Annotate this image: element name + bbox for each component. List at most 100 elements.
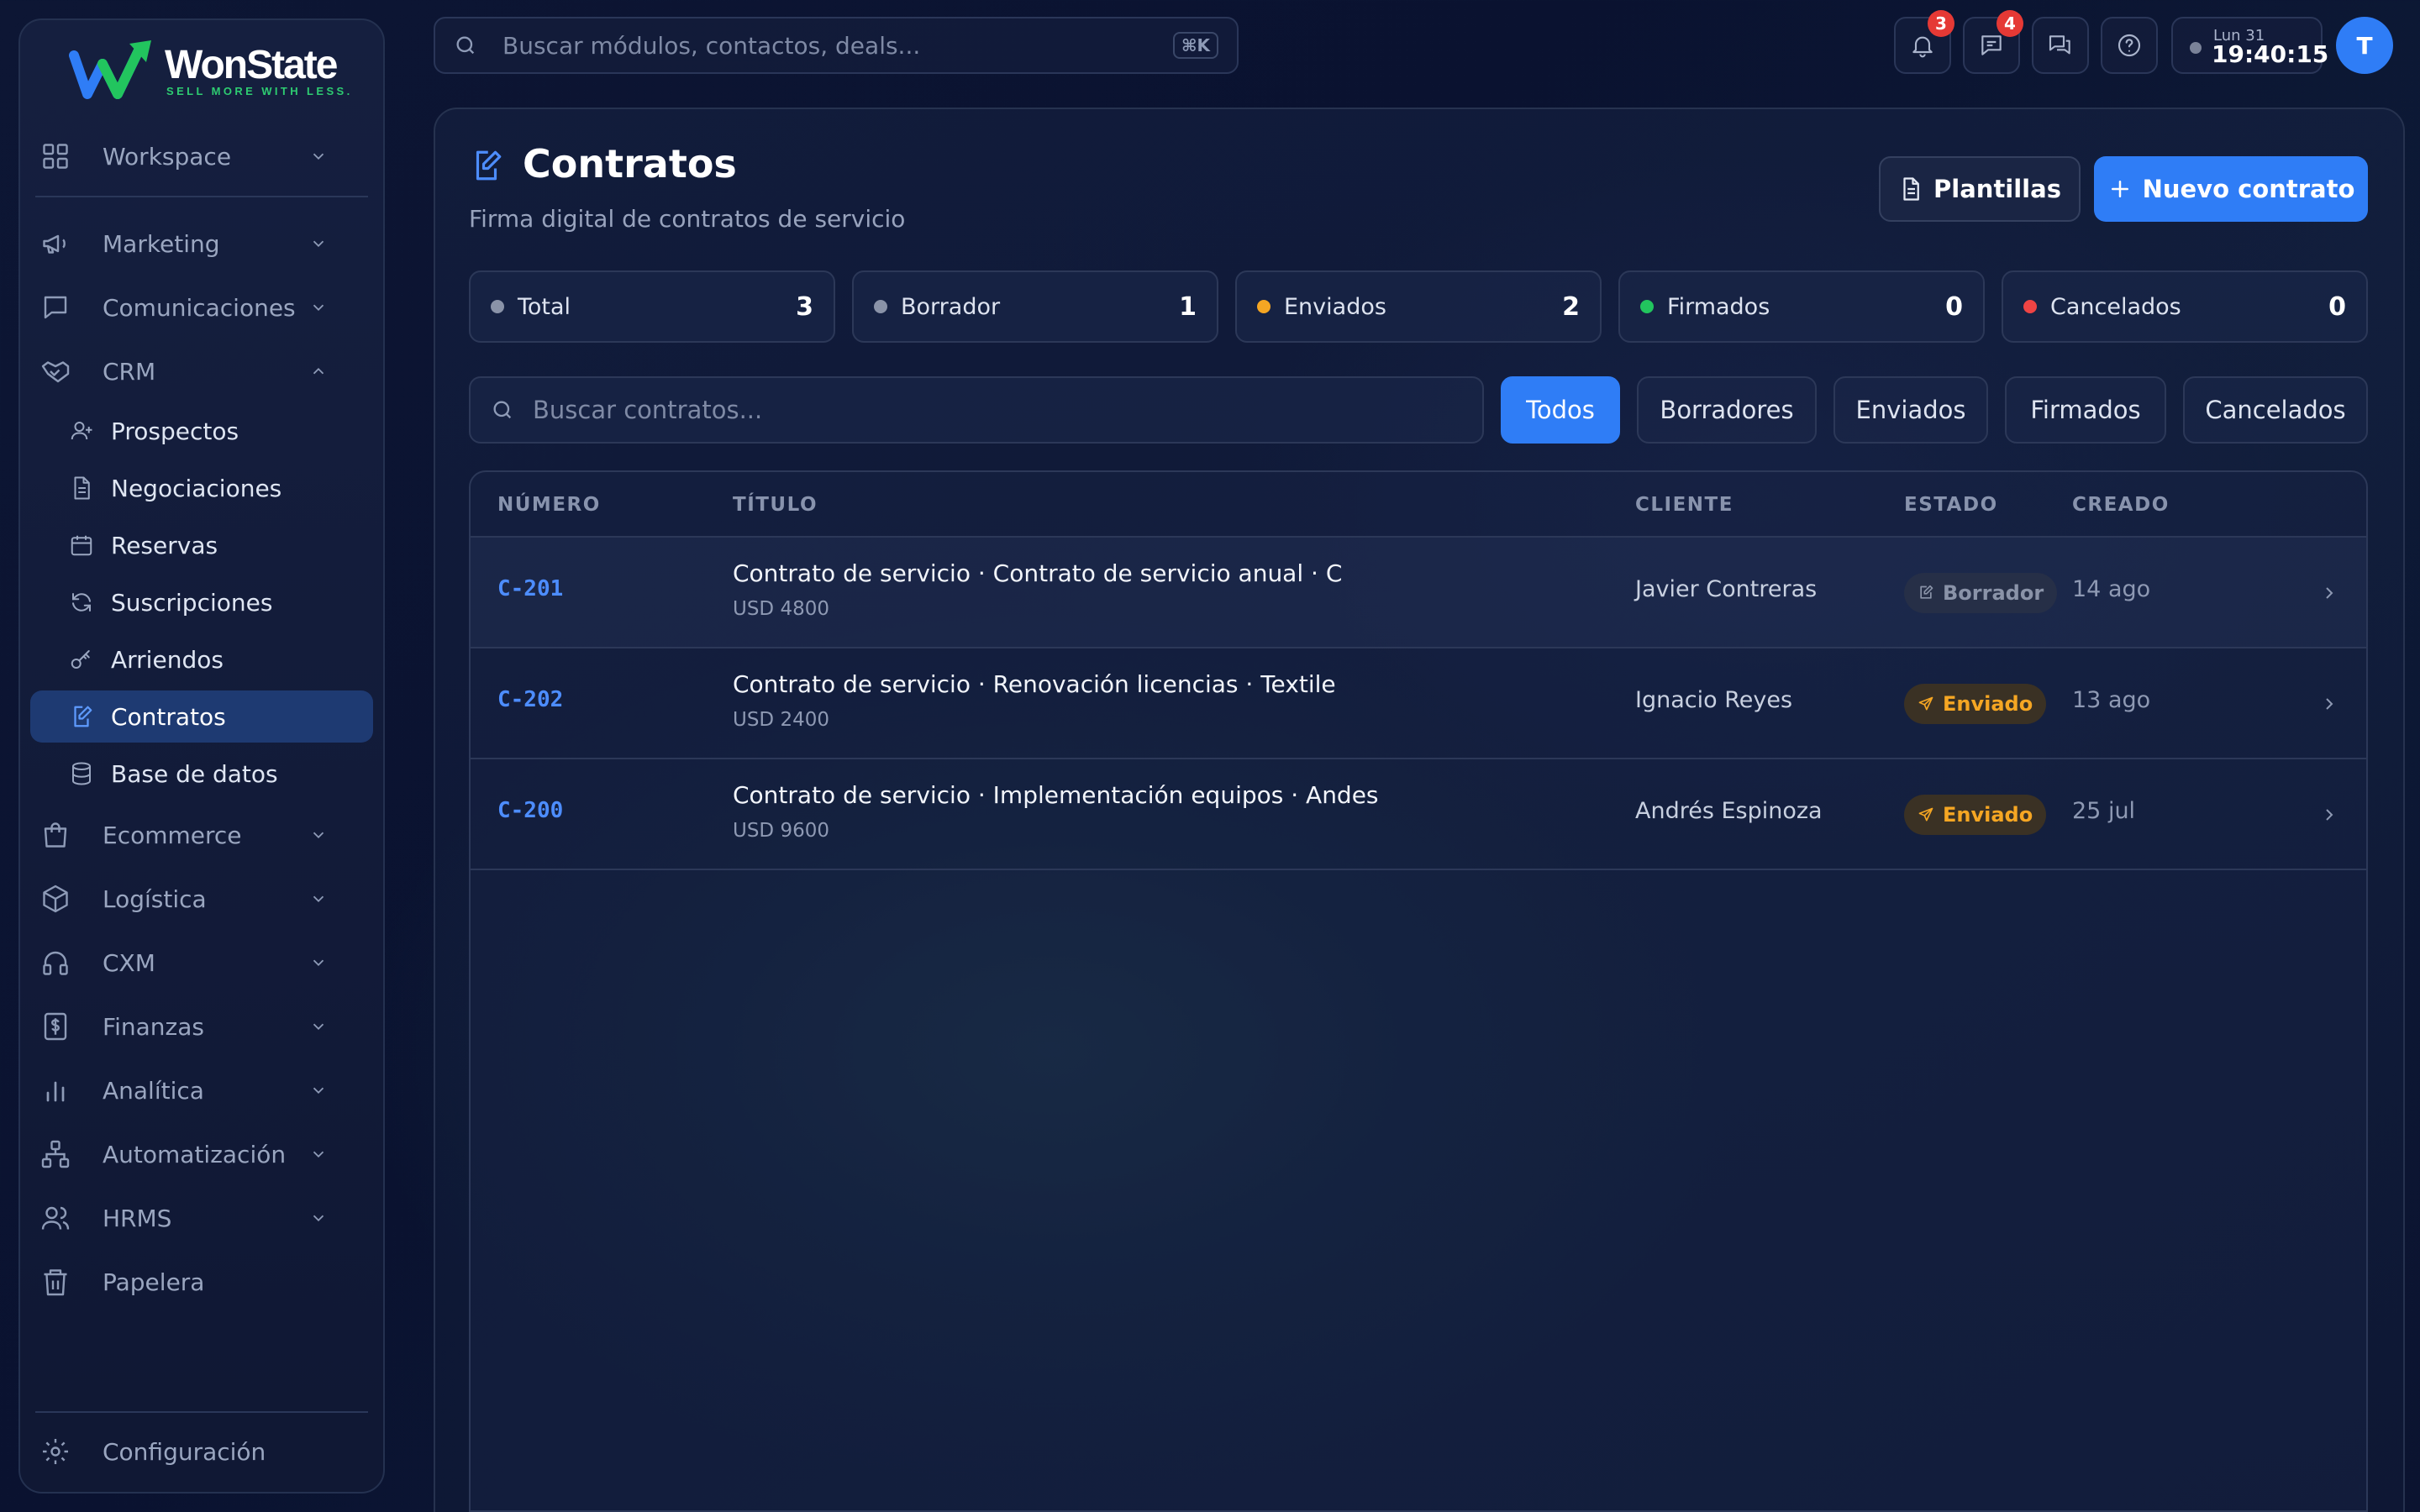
nav-group-label: Logística — [103, 885, 207, 913]
column-header-cliente[interactable]: CLIENTE — [1635, 494, 1733, 516]
nav-group-automatizacion[interactable]: Automatización — [15, 1127, 351, 1181]
sidebar-item-prospectos[interactable]: Prospectos — [30, 405, 373, 457]
help-button[interactable] — [2101, 17, 2158, 74]
filter-todos[interactable]: Todos — [1501, 376, 1620, 444]
nav-group-crm[interactable]: CRM — [15, 344, 351, 398]
new-contract-button-label: Nuevo contrato — [2142, 175, 2355, 203]
stat-borrador[interactable]: Borrador 1 — [852, 270, 1218, 343]
conversations-button[interactable] — [2032, 17, 2089, 74]
nav-group-label: Workspace — [103, 142, 232, 171]
nav-group-hrms[interactable]: HRMS — [15, 1191, 351, 1245]
file-text-icon — [74, 476, 90, 500]
column-header-numero[interactable]: NÚMERO — [497, 494, 601, 516]
contract-amount: USD 9600 — [733, 820, 829, 842]
search-icon — [493, 401, 512, 419]
nav-group-ecommerce[interactable]: Ecommerce — [15, 808, 351, 862]
edit-icon — [1920, 585, 1933, 599]
user-plus-icon — [71, 422, 92, 440]
user-avatar[interactable]: T — [2336, 17, 2393, 74]
nav-group-label: Finanzas — [103, 1012, 204, 1041]
nav-group-finanzas[interactable]: Finanzas — [15, 1000, 351, 1053]
stat-value: 0 — [2328, 291, 2346, 322]
contract-number[interactable]: C-200 — [497, 798, 563, 823]
filter-cancelados[interactable]: Cancelados — [2183, 376, 2368, 444]
chevron-right-icon[interactable] — [2319, 694, 2339, 714]
filter-firmados[interactable]: Firmados — [2005, 376, 2166, 444]
nav-group-label: Ecommerce — [103, 821, 242, 849]
stat-label: Enviados — [1284, 293, 1386, 320]
new-contract-button[interactable]: Nuevo contrato — [2094, 156, 2368, 222]
column-header-estado[interactable]: ESTADO — [1904, 494, 1998, 516]
contract-title: Contrato de servicio · Contrato de servi… — [733, 559, 1343, 587]
messages-button[interactable]: 4 — [1963, 10, 2023, 74]
contract-client: Andrés Espinoza — [1635, 798, 1823, 824]
global-search-input[interactable] — [502, 31, 1173, 60]
grid-icon — [43, 144, 68, 169]
document-icon — [1903, 177, 1919, 201]
contracts-search-input[interactable] — [533, 396, 1482, 424]
templates-button-label: Plantillas — [1933, 175, 2061, 203]
table-row[interactable]: C-200 Contrato de servicio · Implementac… — [471, 759, 2366, 870]
chevron-down-icon — [313, 1087, 324, 1095]
refresh-icon — [72, 593, 91, 612]
templates-button[interactable]: Plantillas — [1879, 156, 2081, 222]
sidebar-item-label: Arriendos — [111, 645, 224, 674]
contract-amount: USD 4800 — [733, 598, 829, 620]
contract-number[interactable]: C-201 — [497, 576, 563, 601]
brand-logo[interactable]: WonState SELL MORE WITH LESS. — [69, 39, 353, 102]
sidebar-item-suscripciones[interactable]: Suscripciones — [30, 576, 373, 628]
shortcut-hint: ⌘K — [1172, 32, 1218, 59]
nav-item-papelera[interactable]: Papelera — [15, 1255, 351, 1309]
calendar-icon — [71, 535, 92, 556]
stat-dot — [2023, 300, 2037, 313]
stat-enviados[interactable]: Enviados 2 — [1235, 270, 1602, 343]
sidebar-item-arriendos[interactable]: Arriendos — [30, 633, 373, 685]
stat-dot — [1640, 300, 1654, 313]
sidebar-item-contratos[interactable]: Contratos — [30, 690, 373, 743]
sidebar-item-base-de-datos[interactable]: Base de datos — [30, 748, 373, 800]
stat-label: Firmados — [1667, 293, 1770, 320]
nav-item-configuracion[interactable]: Configuración — [15, 1425, 351, 1478]
stat-total[interactable]: Total 3 — [469, 270, 835, 343]
nav-group-cxm[interactable]: CXM — [15, 936, 351, 990]
table-row[interactable]: C-201 Contrato de servicio · Contrato de… — [471, 538, 2366, 648]
nav-group-label: CXM — [103, 948, 155, 977]
contract-number[interactable]: C-202 — [497, 687, 563, 712]
message-square-icon — [44, 296, 67, 319]
contract-title: Contrato de servicio · Implementación eq… — [733, 781, 1379, 809]
sidebar-item-negociaciones[interactable]: Negociaciones — [30, 462, 373, 514]
chevron-right-icon[interactable] — [2319, 583, 2339, 603]
contracts-search[interactable] — [469, 376, 1484, 444]
contract-created: 14 ago — [2072, 576, 2151, 602]
filter-borradores[interactable]: Borradores — [1637, 376, 1817, 444]
nav-group-label: HRMS — [103, 1204, 172, 1232]
trash-icon — [44, 1269, 67, 1296]
filter-enviados[interactable]: Enviados — [1833, 376, 1988, 444]
nav-group-marketing[interactable]: Marketing — [15, 217, 351, 270]
contract-created: 13 ago — [2072, 687, 2151, 713]
column-header-creado[interactable]: CREADO — [2072, 494, 2170, 516]
chevron-right-icon[interactable] — [2319, 805, 2339, 825]
nav-group-workspace[interactable]: Workspace — [15, 129, 351, 183]
package-icon — [43, 885, 68, 913]
sidebar-item-label: Reservas — [111, 531, 218, 559]
contract-amount: USD 2400 — [733, 709, 829, 731]
nav-group-label: Automatización — [103, 1140, 287, 1168]
chevron-down-icon — [313, 1151, 324, 1158]
stat-firmados[interactable]: Firmados 0 — [1618, 270, 1985, 343]
global-search[interactable]: ⌘K — [434, 17, 1239, 74]
contracts-table: NÚMERO TÍTULO CLIENTE ESTADO CREADO C-20… — [469, 470, 2368, 1512]
status-badge: Borrador — [1904, 573, 2058, 613]
nav-group-comunicaciones[interactable]: Comunicaciones — [15, 281, 351, 334]
sidebar-item-reservas[interactable]: Reservas — [30, 519, 373, 571]
notifications-button[interactable]: 3 — [1894, 10, 1954, 74]
file-signature-icon — [74, 706, 92, 727]
nav-group-analitica[interactable]: Analítica — [15, 1063, 351, 1117]
workflow-icon — [41, 1140, 70, 1168]
nav-group-logistica[interactable]: Logística — [15, 872, 351, 926]
stat-label: Cancelados — [2050, 293, 2181, 320]
table-row[interactable]: C-202 Contrato de servicio · Renovación … — [471, 648, 2366, 759]
stat-cancelados[interactable]: Cancelados 0 — [2002, 270, 2368, 343]
shopping-bag-icon — [44, 822, 67, 848]
column-header-titulo[interactable]: TÍTULO — [733, 494, 818, 516]
